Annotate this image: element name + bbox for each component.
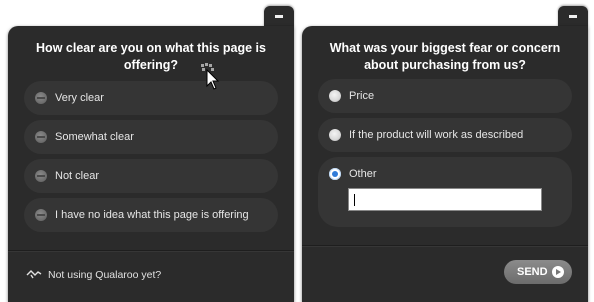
answer-option-product-works[interactable]: If the product will work as described [318, 118, 572, 152]
answer-label: Very clear [55, 92, 104, 104]
minimize-tab-right[interactable] [558, 6, 588, 28]
minus-icon [275, 15, 283, 18]
answer-option-somewhat-clear[interactable]: Somewhat clear [24, 120, 278, 154]
radio-icon[interactable] [35, 170, 47, 182]
answer-label: Other [349, 168, 377, 180]
text-caret [354, 194, 355, 206]
answer-label: Price [349, 90, 375, 102]
survey-question: What was your biggest fear or concern ab… [329, 41, 561, 72]
radio-icon[interactable] [35, 209, 47, 221]
answer-option-not-clear[interactable]: Not clear [24, 159, 278, 193]
minus-icon [569, 15, 577, 18]
other-text-input[interactable] [348, 188, 542, 211]
answer-option-price[interactable]: Price [318, 79, 572, 113]
radio-icon[interactable] [35, 131, 47, 143]
qualaroo-link[interactable]: Not using Qualaroo yet? [48, 269, 161, 281]
survey-panel-left: How clear are you on what this page is o… [8, 26, 294, 302]
radio-selected-icon[interactable] [329, 168, 341, 180]
answer-option-no-idea[interactable]: I have no idea what this page is offerin… [24, 198, 278, 232]
answer-option-very-clear[interactable]: Very clear [24, 81, 278, 115]
answer-label: Somewhat clear [55, 131, 134, 143]
radio-icon[interactable] [35, 92, 47, 104]
radio-icon[interactable] [329, 90, 341, 102]
survey-question: How clear are you on what this page is o… [36, 41, 266, 72]
send-label: SEND [517, 266, 548, 278]
qualaroo-logo-icon [26, 270, 42, 279]
arrow-right-circle-icon [552, 266, 564, 278]
minimize-tab-left[interactable] [264, 6, 294, 28]
answer-label: I have no idea what this page is offerin… [55, 209, 249, 221]
mouse-pointer-icon [201, 63, 220, 90]
footer-divider [302, 245, 588, 247]
footer-divider [8, 250, 294, 252]
survey-panel-right: What was your biggest fear or concern ab… [302, 26, 588, 302]
answer-label: Not clear [55, 170, 100, 182]
answer-option-other[interactable]: Other [318, 157, 572, 227]
answer-label: If the product will work as described [349, 129, 524, 141]
radio-icon[interactable] [329, 129, 341, 141]
survey-stage: How clear are you on what this page is o… [0, 0, 594, 302]
send-button[interactable]: SEND [504, 260, 572, 284]
